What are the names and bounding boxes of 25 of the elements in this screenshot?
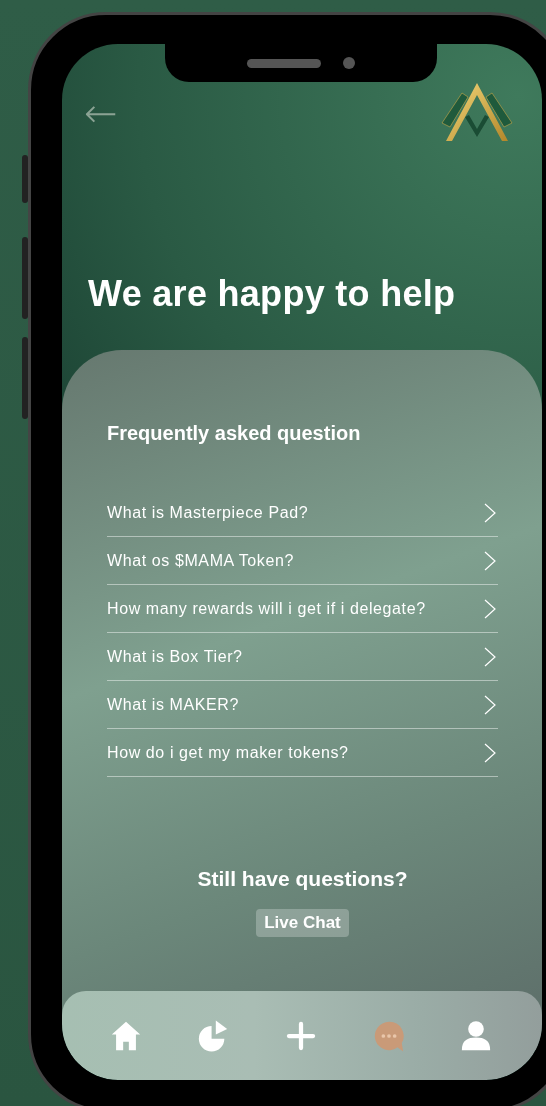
faq-question: What is Masterpiece Pad? <box>107 503 309 522</box>
chevron-right-icon <box>484 502 496 523</box>
chevron-right-icon <box>484 550 496 571</box>
camera-icon <box>343 57 355 69</box>
faq-item[interactable]: What os $MAMA Token? <box>107 537 498 585</box>
chevron-right-icon <box>484 598 496 619</box>
live-chat-button[interactable]: Live Chat <box>256 909 349 937</box>
faq-item[interactable]: What is Masterpiece Pad? <box>107 489 498 537</box>
faq-item[interactable]: What is Box Tier? <box>107 633 498 681</box>
page-title: We are happy to help <box>88 273 457 315</box>
faq-question: How many rewards will i get if i delegate? <box>107 599 426 618</box>
speaker-icon <box>247 58 321 68</box>
faq-question: What os $MAMA Token? <box>107 551 294 570</box>
section-heading: Frequently asked question <box>107 422 362 445</box>
chevron-right-icon <box>484 646 496 667</box>
chevron-right-icon <box>484 694 496 715</box>
faq-item[interactable]: What is MAKER? <box>107 681 498 729</box>
faq-item[interactable]: How do i get my maker tokens? <box>107 729 498 777</box>
faq-question: What is Box Tier? <box>107 647 243 666</box>
support-prompt: Still have questions? <box>196 867 409 891</box>
faq-question: How do i get my maker tokens? <box>107 743 349 762</box>
faq-question: What is MAKER? <box>107 695 239 714</box>
back-arrow[interactable]: ← <box>84 93 118 133</box>
chevron-right-icon <box>484 742 496 763</box>
faq-item[interactable]: How many rewards will i get if i delegate? <box>107 585 498 633</box>
